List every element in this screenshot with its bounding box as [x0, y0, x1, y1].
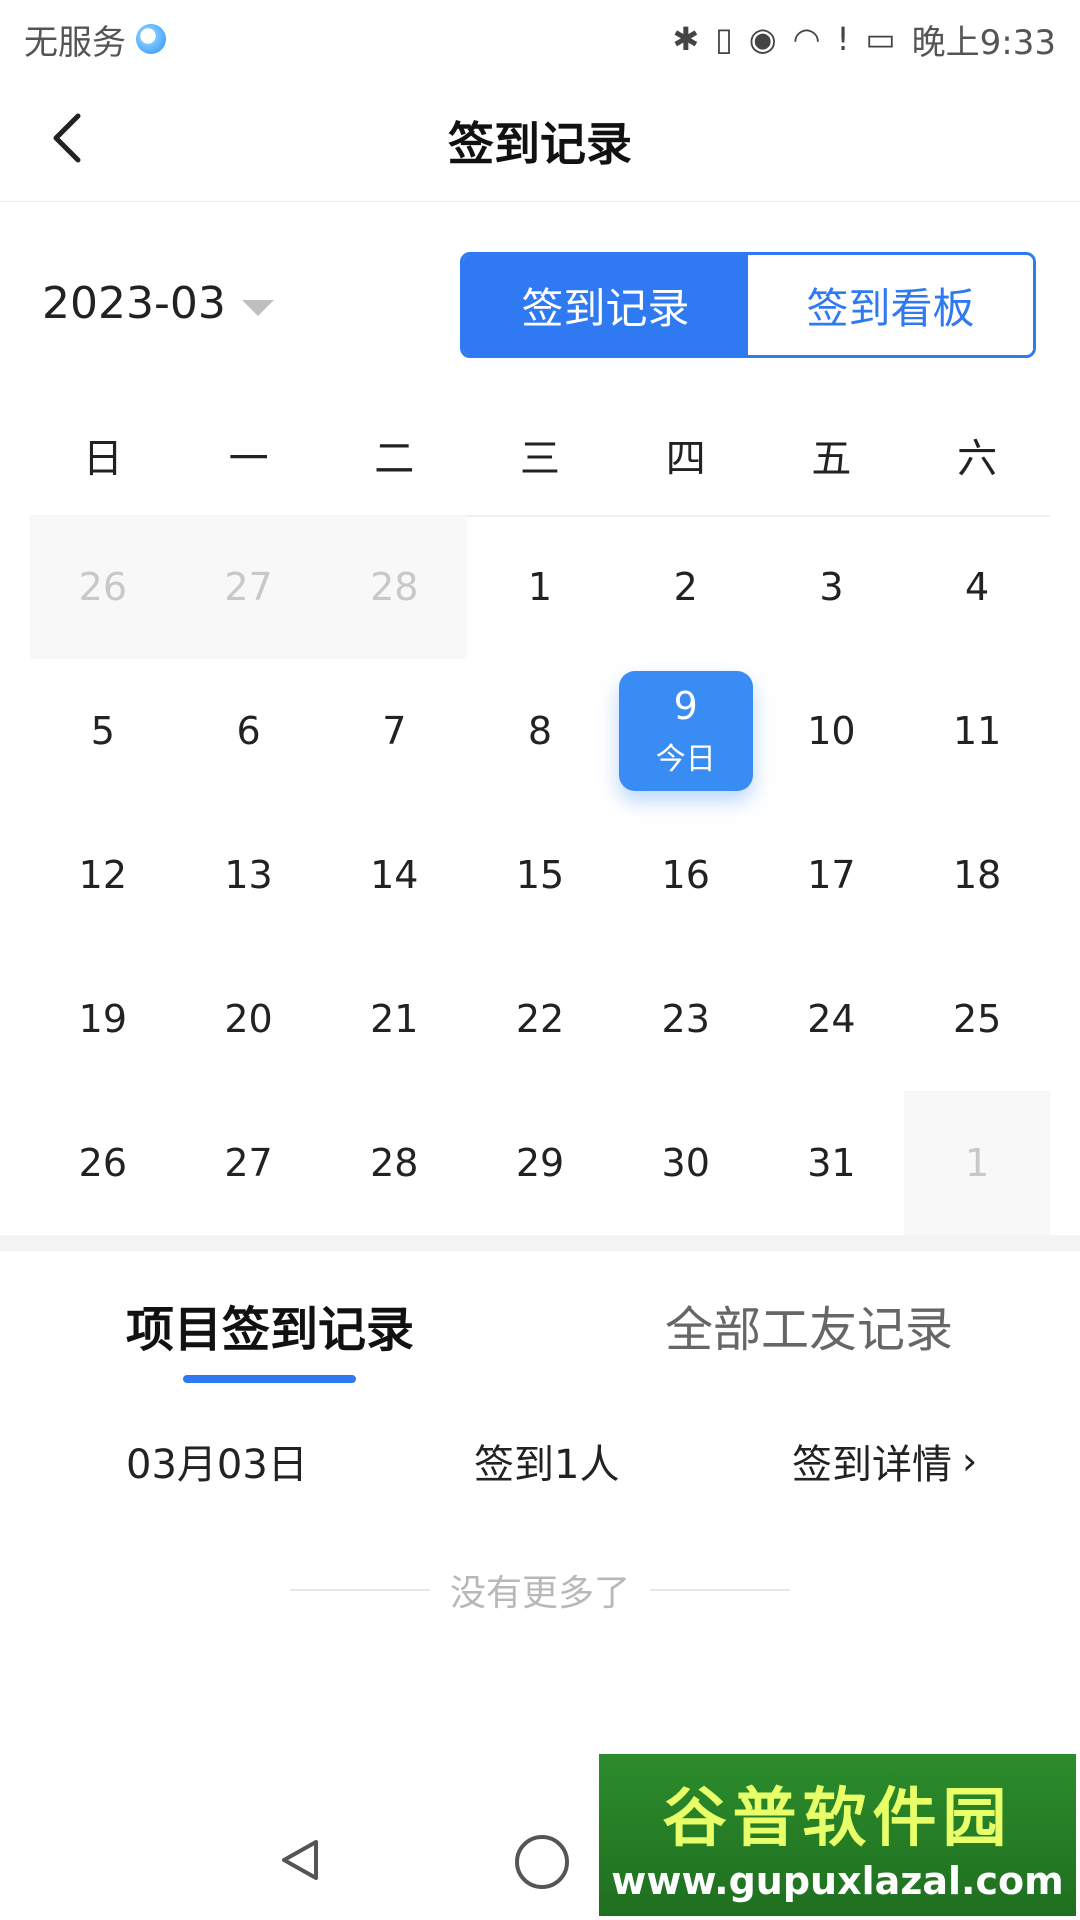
weekday-header: 日 一 二 三 四 五 六	[30, 395, 1050, 517]
calendar-day[interactable]: 14	[321, 803, 467, 947]
status-left: 无服务	[24, 15, 166, 64]
calendar-day[interactable]: 3	[759, 515, 905, 659]
calendar-day[interactable]: 6	[176, 659, 322, 803]
app-swirl-icon	[136, 24, 166, 54]
battery-icon: ▭	[865, 20, 896, 58]
weekday-tue: 二	[374, 436, 415, 482]
status-time: 晚上9:33	[911, 22, 1056, 63]
calendar-day[interactable]: 30	[613, 1091, 759, 1235]
alert-icon: !	[836, 20, 850, 58]
month-label: 2023-03	[42, 278, 226, 329]
calendar-day-next-month[interactable]: 1	[904, 1091, 1050, 1235]
calendar-day[interactable]: 31	[759, 1091, 905, 1235]
nav-back-icon[interactable]	[278, 1838, 322, 1882]
chevron-right-icon: ›	[962, 1439, 978, 1483]
record-date: 03月03日	[126, 1442, 308, 1488]
no-more-text: 没有更多了	[449, 1573, 630, 1614]
calendar-day[interactable]: 12	[30, 803, 176, 947]
calendar-day[interactable]: 11	[904, 659, 1050, 803]
calendar-day[interactable]: 20	[176, 947, 322, 1091]
watermark-url: www.gupuxlazal.com	[611, 1859, 1064, 1903]
calendar-day[interactable]: 18	[904, 803, 1050, 947]
status-right: ✱ ▯ ◉ ◠ ! ▭ 晚上9:33	[672, 15, 1056, 64]
calendar-day[interactable]: 23	[613, 947, 759, 1091]
nav-home-icon[interactable]	[515, 1835, 569, 1889]
calendar-day[interactable]: 22	[467, 947, 613, 1091]
no-more-line-right	[650, 1589, 790, 1591]
top-navbar: 签到记录	[0, 78, 1080, 202]
calendar-day[interactable]: 1	[467, 515, 613, 659]
section-divider	[0, 1235, 1080, 1251]
today-label: 今日	[655, 742, 716, 777]
calendar-day-today[interactable]: 9 今日	[613, 659, 759, 803]
calendar-day-prev-month[interactable]: 28	[321, 515, 468, 659]
calendar-day[interactable]: 4	[904, 515, 1050, 659]
calendar-day[interactable]: 26	[30, 1091, 176, 1235]
weekday-thu: 四	[665, 436, 706, 482]
bluetooth-icon: ✱	[672, 20, 700, 58]
calendar-day[interactable]: 29	[467, 1091, 613, 1235]
calendar-day[interactable]: 28	[321, 1091, 467, 1235]
calendar-day-prev-month[interactable]: 26	[30, 515, 176, 659]
calendar-day[interactable]: 21	[321, 947, 467, 1091]
calendar-day[interactable]: 27	[176, 1091, 322, 1235]
calendar-grid: 26 27 28 1 2 3 4 5 6 7 8 9 今日 10 11 12 1…	[30, 515, 1050, 1235]
today-number: 9	[673, 684, 698, 728]
calendar-day-prev-month[interactable]: 27	[175, 515, 322, 659]
month-selector[interactable]: 2023-03	[42, 278, 274, 329]
record-tabs: 项目签到记录 全部工友记录	[0, 1270, 1080, 1383]
calendar-day[interactable]: 15	[467, 803, 613, 947]
today-highlight: 9 今日	[618, 671, 753, 791]
calendar-day[interactable]: 8	[467, 659, 613, 803]
segment-sign-in-board[interactable]: 签到看板	[748, 255, 1033, 355]
calendar-day[interactable]: 24	[759, 947, 905, 1091]
calendar-day[interactable]: 19	[30, 947, 176, 1091]
tab-all-worker-records[interactable]: 全部工友记录	[665, 1290, 953, 1360]
weekday-mon: 一	[228, 436, 269, 482]
status-bar: 无服务 ✱ ▯ ◉ ◠ ! ▭ 晚上9:33	[0, 0, 1080, 78]
weekday-sat: 六	[957, 436, 998, 482]
vibrate-icon: ▯	[715, 20, 733, 58]
calendar-day[interactable]: 10	[759, 659, 905, 803]
watermark-title: 谷普软件园	[662, 1782, 1013, 1856]
weekday-wed: 三	[519, 436, 560, 482]
carrier-label: 无服务	[24, 22, 126, 63]
calendar-day[interactable]: 25	[904, 947, 1050, 1091]
calendar-day[interactable]: 7	[321, 659, 467, 803]
segmented-control: 签到记录 签到看板	[460, 252, 1036, 358]
calendar-day[interactable]: 2	[613, 515, 759, 659]
record-row: 03月03日 签到1人 签到详情 ›	[0, 1420, 1080, 1500]
weekday-fri: 五	[811, 436, 852, 482]
calendar-day[interactable]: 5	[30, 659, 176, 803]
eye-icon: ◉	[748, 20, 777, 58]
record-detail-label: 签到详情	[792, 1442, 952, 1488]
dropdown-caret-icon	[241, 299, 274, 316]
calendar-day[interactable]: 13	[176, 803, 322, 947]
weekday-sun: 日	[82, 436, 123, 482]
no-more-indicator: 没有更多了	[0, 1560, 1080, 1620]
watermark-logo: 谷普软件园 www.gupuxlazal.com	[595, 1750, 1080, 1920]
active-tab-indicator	[183, 1375, 356, 1383]
no-more-line-left	[289, 1589, 430, 1591]
record-detail-link[interactable]: 签到详情 ›	[792, 1432, 977, 1490]
record-count: 签到1人	[474, 1442, 620, 1488]
wifi-icon: ◠	[792, 20, 821, 58]
calendar-controls: 2023-03 签到记录 签到看板	[0, 250, 1080, 360]
page-title: 签到记录	[448, 117, 632, 171]
calendar-day[interactable]: 17	[759, 803, 905, 947]
tab-project-records[interactable]: 项目签到记录	[126, 1290, 414, 1360]
segment-sign-in-records[interactable]: 签到记录	[463, 255, 748, 355]
calendar-day[interactable]: 16	[613, 803, 759, 947]
